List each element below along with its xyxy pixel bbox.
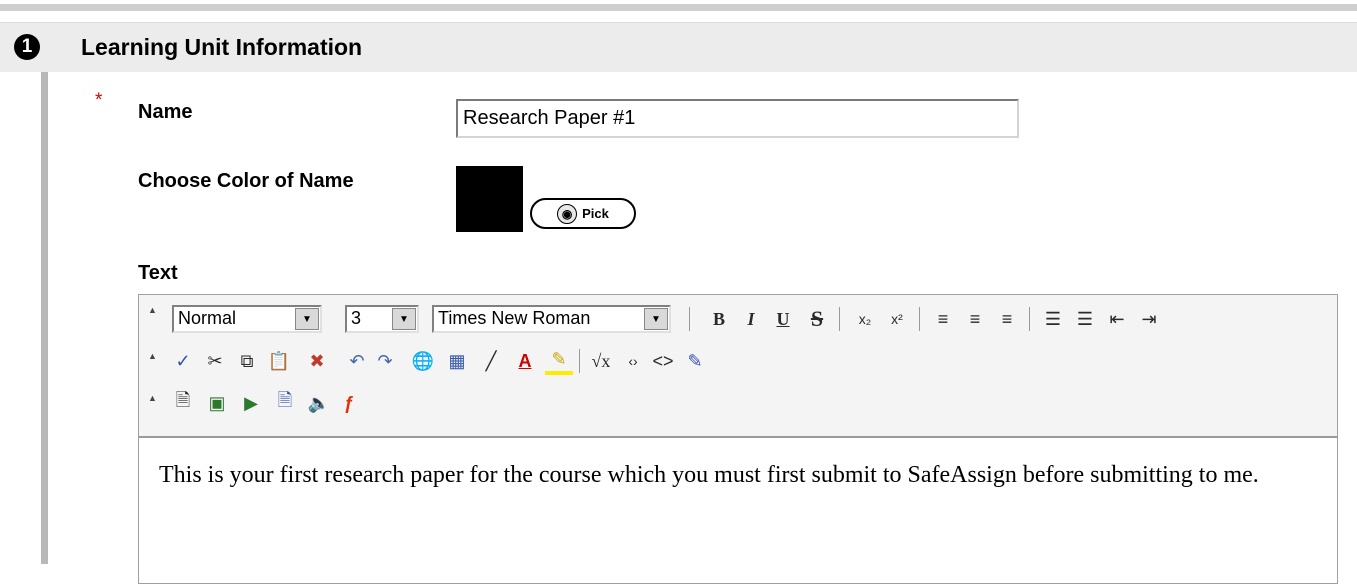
highlight-color-icon[interactable]: ✎ [545, 347, 573, 375]
outdent-icon[interactable]: ⇤ [1103, 305, 1131, 333]
name-label: Name [138, 101, 193, 123]
font-size-select-value: 3 [351, 308, 362, 328]
insert-flash-icon[interactable]: ƒ [335, 389, 363, 417]
insert-image-icon[interactable]: ▣ [203, 389, 231, 417]
cut-icon[interactable]: ✂ [201, 347, 229, 375]
editor-toolbar: ▲ Normal ▼ 3 ▼ Times New Roman ▼ B I U S… [139, 295, 1337, 438]
preview-icon[interactable]: ✎ [681, 347, 709, 375]
bold-icon[interactable]: B [705, 305, 733, 333]
chevron-down-icon: ▼ [295, 308, 319, 330]
attach-file-icon[interactable]: 🗎 [169, 389, 197, 417]
toolbar-row-collapse-icon[interactable]: ▲ [148, 305, 157, 315]
chevron-down-icon: ▼ [392, 308, 416, 330]
toolbar-separator [579, 349, 580, 373]
step-number-badge: 1 [14, 34, 40, 60]
superscript-icon[interactable]: x² [883, 305, 911, 333]
font-size-select[interactable]: 3 ▼ [345, 305, 419, 333]
format-select-value: Normal [178, 308, 237, 328]
horizontal-rule-icon[interactable]: ╱ [477, 347, 505, 375]
subscript-icon[interactable]: x₂ [851, 305, 879, 333]
pick-color-button[interactable]: ◉ Pick [530, 198, 636, 229]
font-family-select[interactable]: Times New Roman ▼ [432, 305, 671, 333]
color-swatch [456, 166, 523, 232]
chevron-down-icon: ▼ [644, 308, 668, 330]
text-editor: ▲ Normal ▼ 3 ▼ Times New Roman ▼ B I U S… [138, 294, 1338, 584]
equation-icon[interactable]: √x [587, 347, 615, 375]
underline-icon[interactable]: U [769, 305, 797, 333]
section-title: Learning Unit Information [81, 34, 363, 60]
paste-icon[interactable]: 📋 [265, 347, 293, 375]
text-color-icon[interactable]: A [511, 347, 539, 375]
section-left-bar [41, 72, 48, 564]
spellcheck-icon[interactable]: ✓ [169, 347, 197, 375]
copy-icon[interactable]: ⧉ [233, 347, 261, 375]
insert-media-icon[interactable]: ▶ [237, 389, 265, 417]
text-label: Text [138, 262, 178, 284]
align-right-icon[interactable]: ≡ [993, 305, 1021, 333]
align-center-icon[interactable]: ≡ [961, 305, 989, 333]
align-left-icon[interactable]: ≡ [929, 305, 957, 333]
pick-button-label: Pick [582, 206, 609, 221]
insert-document-icon[interactable]: 🗎 [271, 389, 299, 417]
palette-icon: ◉ [557, 203, 578, 224]
editor-content[interactable]: This is your first research paper for th… [159, 458, 1309, 492]
remove-format-icon[interactable]: ✖ [303, 347, 331, 375]
font-family-select-value: Times New Roman [438, 308, 591, 328]
required-marker: * [95, 90, 103, 111]
top-divider [0, 4, 1357, 11]
html-view-icon[interactable]: ‹› [619, 347, 647, 375]
numbered-list-icon[interactable]: ☰ [1039, 305, 1067, 333]
insert-audio-icon[interactable]: 🔈 [305, 389, 333, 417]
toolbar-row-collapse-icon[interactable]: ▲ [148, 393, 157, 403]
italic-icon[interactable]: I [737, 305, 765, 333]
toolbar-row-collapse-icon[interactable]: ▲ [148, 351, 157, 361]
source-code-icon[interactable]: <> [649, 347, 677, 375]
undo-icon[interactable]: ↶ [343, 347, 371, 375]
format-select[interactable]: Normal ▼ [172, 305, 322, 333]
indent-icon[interactable]: ⇥ [1135, 305, 1163, 333]
toolbar-separator [919, 307, 920, 331]
color-label: Choose Color of Name [138, 170, 354, 192]
name-input[interactable] [456, 99, 1019, 138]
strikethrough-icon[interactable]: S [803, 305, 831, 333]
toolbar-separator [839, 307, 840, 331]
bulleted-list-icon[interactable]: ☰ [1071, 305, 1099, 333]
toolbar-separator [689, 307, 690, 331]
redo-icon[interactable]: ↷ [371, 347, 399, 375]
toolbar-separator [1029, 307, 1030, 331]
insert-table-icon[interactable]: ▦ [443, 347, 471, 375]
section-header: 1 Learning Unit Information [0, 22, 1357, 72]
insert-link-icon[interactable]: 🌐 [409, 347, 437, 375]
